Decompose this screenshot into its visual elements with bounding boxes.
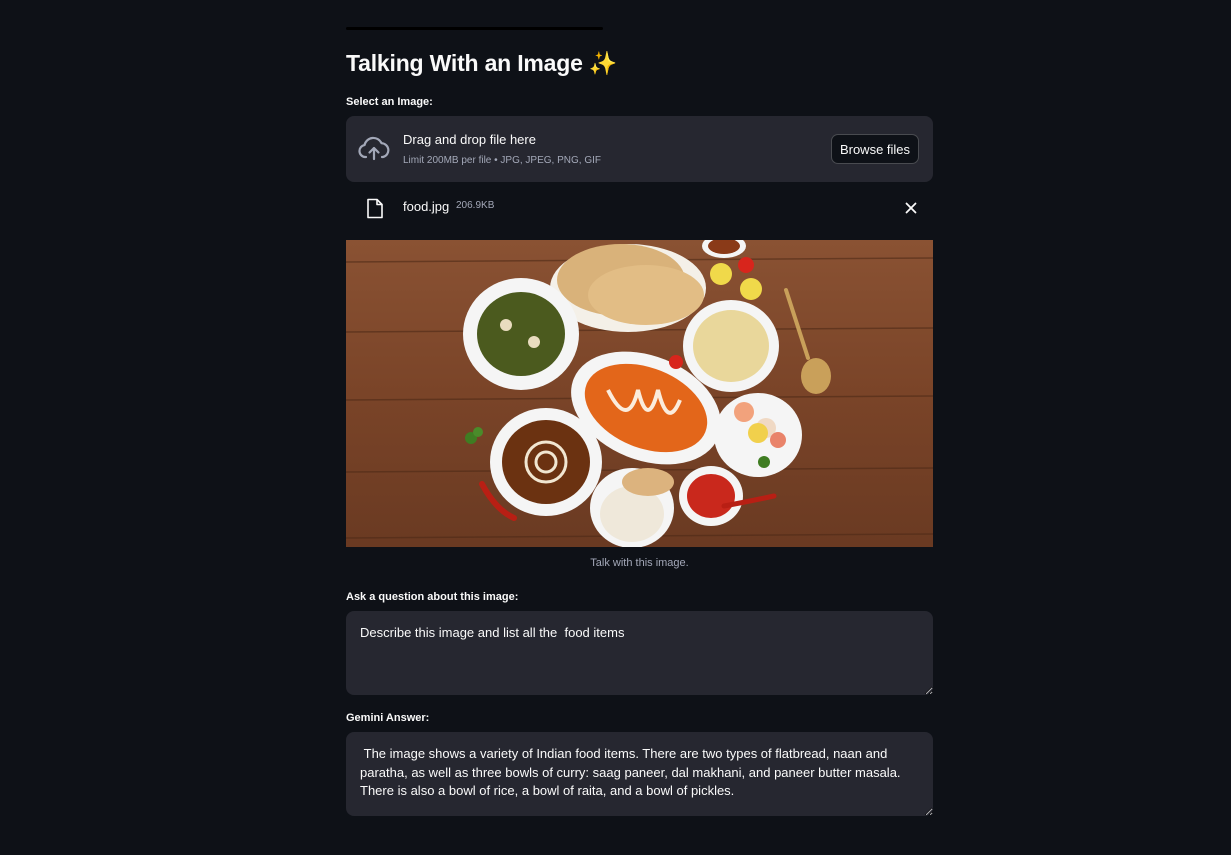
answer-label: Gemini Answer: (346, 712, 430, 724)
cloud-upload-icon (358, 136, 390, 161)
browse-files-button[interactable]: Browse files (831, 134, 919, 164)
image-caption: Talk with this image. (590, 557, 689, 569)
uploaded-food-image (346, 240, 933, 547)
file-dropzone[interactable]: Drag and drop file here Limit 200MB per … (346, 116, 933, 182)
dropzone-limit-text: Limit 200MB per file • JPG, JPEG, PNG, G… (403, 155, 601, 166)
question-input[interactable]: Describe this image and list all the foo… (346, 611, 933, 695)
file-size: 206.9KB (456, 200, 495, 211)
page-title: Talking With an Image ✨ (346, 50, 618, 76)
dropzone-title: Drag and drop file here (403, 132, 536, 147)
uploader-label: Select an Image: (346, 96, 433, 108)
top-divider (346, 27, 603, 30)
close-icon[interactable] (902, 199, 920, 217)
uploaded-file-row: food.jpg 206.9KB (346, 192, 933, 224)
question-label: Ask a question about this image: (346, 591, 519, 603)
answer-output[interactable]: The image shows a variety of Indian food… (346, 732, 933, 816)
file-name: food.jpg (403, 199, 450, 214)
file-icon (367, 198, 383, 219)
